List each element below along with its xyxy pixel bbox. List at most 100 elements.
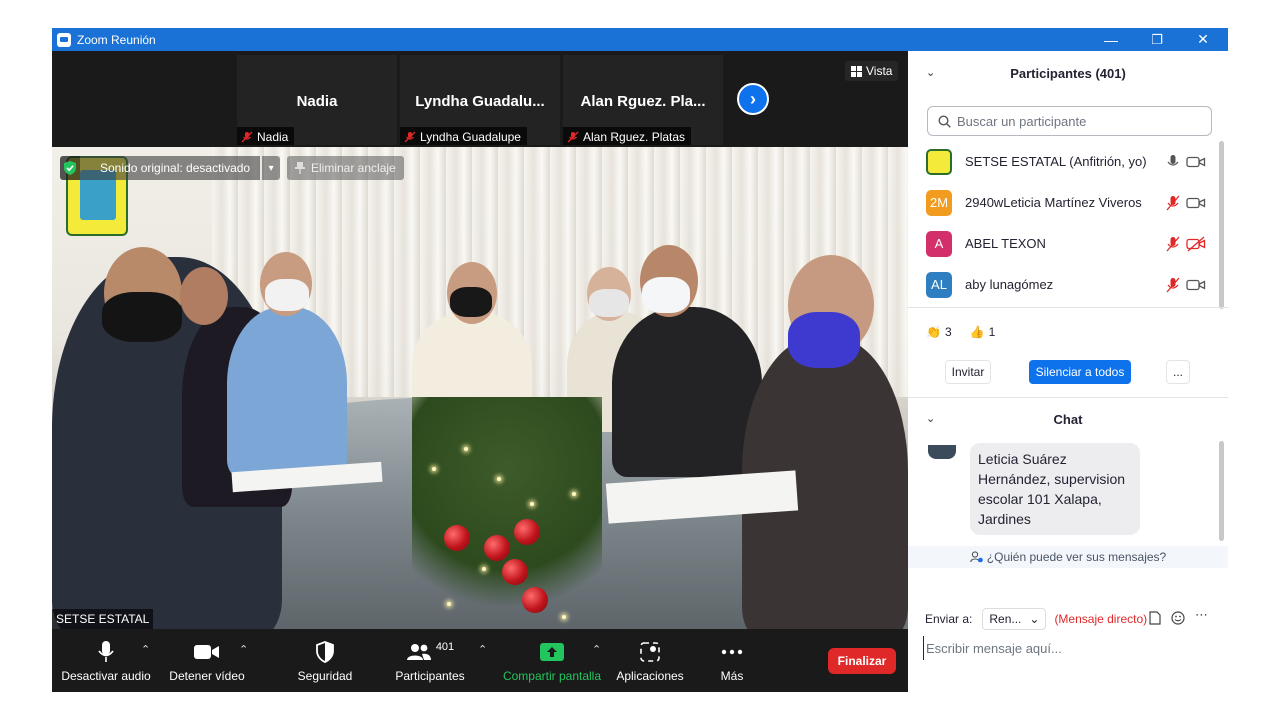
- view-button-label: Vista: [866, 64, 893, 78]
- apps-icon: [640, 638, 660, 666]
- emoji-icon[interactable]: [1171, 611, 1185, 628]
- chevron-down-icon[interactable]: ▾: [262, 156, 281, 180]
- chevron-up-icon[interactable]: ⌃: [239, 643, 248, 656]
- original-sound-control[interactable]: Sonido original: desactivado ▾: [60, 156, 281, 180]
- microphone-icon[interactable]: [1165, 154, 1181, 170]
- file-icon[interactable]: [1149, 611, 1161, 628]
- participant-figure: [612, 307, 762, 477]
- chat-scrollbar[interactable]: [1219, 441, 1224, 541]
- thumbnail-name: Alan Rguez. Pla...: [580, 93, 706, 110]
- window-title: Zoom Reunión: [77, 32, 156, 47]
- face-mask: [450, 287, 492, 317]
- chevron-up-icon[interactable]: ⌃: [592, 643, 601, 656]
- who-can-see-label: ¿Quién puede ver sus mensajes?: [986, 550, 1167, 564]
- face-mask: [102, 292, 182, 342]
- thumbnail-tile[interactable]: Alan Rguez. Pla... Alan Rguez. Platas: [563, 55, 723, 145]
- title-bar: Zoom Reunión — ❐ ✕: [52, 28, 1228, 51]
- search-icon: [938, 114, 951, 128]
- red-ornament: [522, 587, 548, 613]
- string-light: [562, 615, 566, 619]
- more-button[interactable]: Más: [712, 629, 752, 692]
- recipient-select[interactable]: Ren... ⌄: [982, 608, 1047, 630]
- participant-row[interactable]: 2M 2940wLeticia Martínez Viveros: [908, 182, 1218, 223]
- send-to-label: Enviar a:: [925, 612, 973, 626]
- video-camera-icon[interactable]: [1186, 277, 1206, 293]
- participant-figure: [227, 307, 347, 477]
- participant-avatar: 2M: [926, 189, 952, 216]
- divider: [908, 307, 1228, 308]
- participant-search[interactable]: [927, 106, 1212, 136]
- more-options-button[interactable]: ...: [1166, 360, 1190, 384]
- red-ornament: [484, 535, 510, 561]
- participant-name: ABEL TEXON: [965, 236, 1046, 251]
- mic-muted-icon[interactable]: [1165, 277, 1181, 293]
- video-camera-icon[interactable]: [1186, 154, 1206, 170]
- string-light: [447, 602, 451, 606]
- thumbnail-label-text: Alan Rguez. Platas: [583, 130, 686, 144]
- end-meeting-button[interactable]: Finalizar: [828, 648, 896, 674]
- mic-muted-icon: [241, 131, 253, 143]
- minimize-button[interactable]: —: [1088, 28, 1134, 51]
- face-mask: [265, 279, 309, 311]
- video-off-icon[interactable]: [1186, 236, 1206, 252]
- video-camera-icon[interactable]: [1186, 195, 1206, 211]
- thumbnail-label-text: Nadia: [257, 130, 289, 144]
- thumbnail-tile[interactable]: Lyndha Guadalu... Lyndha Guadalupe: [400, 55, 560, 145]
- direct-message-label: (Mensaje directo): [1054, 612, 1148, 626]
- thumbnail-name: Lyndha Guadalu...: [415, 93, 545, 110]
- mic-muted-icon[interactable]: [1165, 195, 1181, 211]
- chevron-right-icon: ›: [750, 88, 756, 109]
- participant-row[interactable]: SETSE ESTATAL (Anfitrión, yo): [908, 141, 1218, 182]
- view-button[interactable]: Vista: [845, 61, 899, 81]
- who-can-see-link[interactable]: ¿Quién puede ver sus mensajes?: [908, 546, 1228, 568]
- participant-head: [180, 267, 228, 325]
- participants-header: ⌄ Participantes (401): [908, 55, 1228, 91]
- meeting-toolbar: Desactivar audio ⌃ Detener vídeo ⌃ Segur…: [52, 629, 908, 692]
- reaction-count: 1: [988, 325, 996, 339]
- mute-label: Desactivar audio: [61, 669, 151, 683]
- face-mask: [788, 312, 860, 368]
- divider: [908, 397, 1228, 398]
- apps-label: Aplicaciones: [616, 669, 684, 683]
- invite-button[interactable]: Invitar: [945, 360, 991, 384]
- participants-button[interactable]: 401 Participantes: [392, 629, 468, 692]
- reactions-bar: 👏 3 👍 1: [926, 321, 995, 343]
- chevron-up-icon[interactable]: ⌃: [141, 643, 150, 656]
- chat-header: ⌄ Chat: [908, 401, 1228, 437]
- chevron-down-icon[interactable]: ⌄: [926, 66, 935, 79]
- red-ornament: [502, 559, 528, 585]
- chevron-down-icon[interactable]: ⌄: [926, 412, 935, 425]
- mic-muted-icon[interactable]: [1165, 236, 1181, 252]
- participant-search-input[interactable]: [957, 113, 1197, 129]
- pin-icon: [295, 162, 305, 174]
- mic-muted-icon: [567, 131, 579, 143]
- unpin-button[interactable]: Eliminar anclaje: [287, 156, 404, 180]
- red-ornament: [514, 519, 540, 545]
- stop-video-button[interactable]: Detener vídeo: [167, 629, 247, 692]
- mute-button[interactable]: Desactivar audio: [61, 629, 151, 692]
- shield-check-icon: [60, 156, 80, 180]
- string-light: [482, 567, 486, 571]
- close-button[interactable]: ✕: [1180, 28, 1226, 51]
- security-button[interactable]: Seguridad: [292, 629, 358, 692]
- participants-scrollbar[interactable]: [1219, 141, 1224, 309]
- chevron-up-icon[interactable]: ⌃: [478, 643, 487, 656]
- original-sound-label: Sonido original: desactivado: [80, 156, 261, 180]
- participant-row[interactable]: A ABEL TEXON: [908, 223, 1218, 264]
- restore-button[interactable]: ❐: [1134, 28, 1180, 51]
- stop-video-label: Detener vídeo: [169, 669, 245, 683]
- next-page-button[interactable]: ›: [737, 83, 769, 115]
- chat-message-input[interactable]: [923, 636, 1213, 660]
- mute-all-button[interactable]: Silenciar a todos: [1029, 360, 1131, 384]
- participant-row[interactable]: AL aby lunagómez: [908, 264, 1218, 305]
- string-light: [497, 477, 501, 481]
- reaction-count: 3: [944, 325, 952, 339]
- more-dots-icon[interactable]: ⋯: [1195, 607, 1208, 623]
- share-screen-button[interactable]: Compartir pantalla: [500, 629, 604, 692]
- thumbnail-tile[interactable]: Nadia Nadia: [237, 55, 397, 145]
- side-panel: ⌄ Participantes (401) SETSE ESTATAL (Anf…: [908, 51, 1228, 692]
- thumbnail-strip: Nadia Nadia Lyndha Guadalu... Lyndha Gua…: [52, 51, 908, 147]
- apps-button[interactable]: Aplicaciones: [612, 629, 688, 692]
- chat-messages: Leticia Suárez Hernández, supervision es…: [908, 437, 1228, 545]
- string-light: [530, 502, 534, 506]
